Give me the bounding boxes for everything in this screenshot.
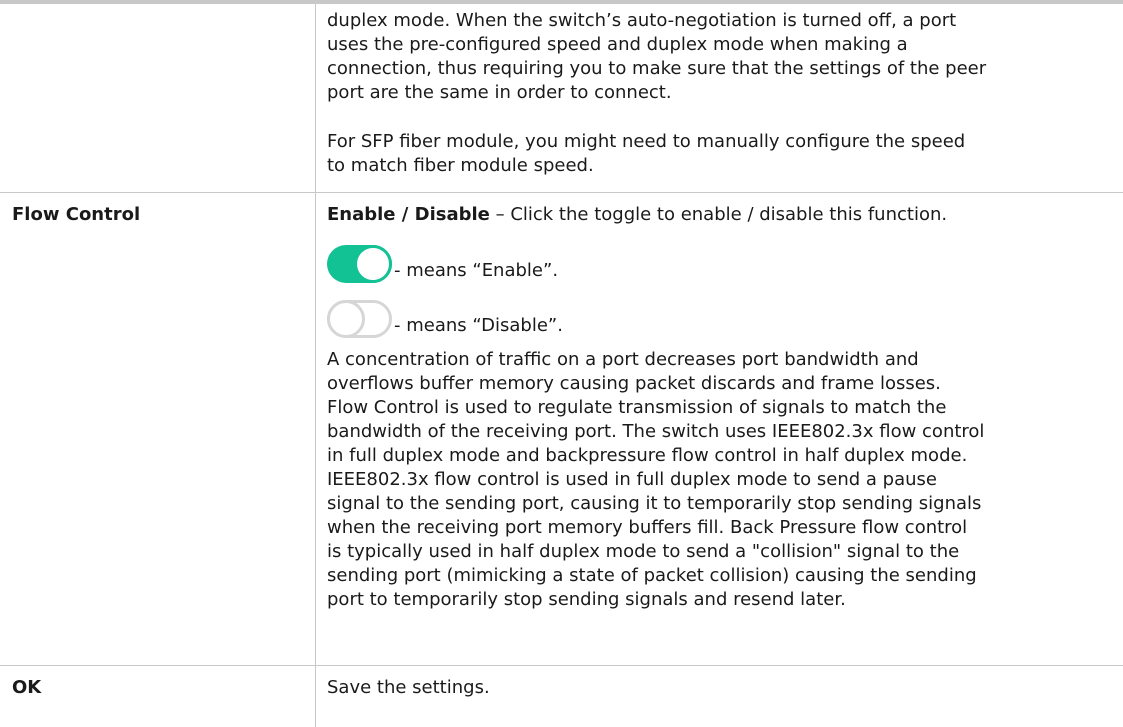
table-row-divider	[0, 665, 1123, 666]
enable-disable-text: – Click the toggle to enable / disable t…	[489, 204, 948, 225]
speed-duplex-description: duplex mode. When the switch’s auto-nego…	[327, 9, 1103, 105]
toggle-knob	[327, 300, 365, 338]
table-row-divider	[0, 192, 1123, 193]
toggle-on-example: - means “Enable”.	[327, 243, 558, 283]
ok-label: OK	[12, 677, 42, 698]
text-line: A concentration of traffic on a port dec…	[327, 349, 919, 370]
ok-description: Save the settings.	[327, 677, 490, 698]
sfp-note: For SFP fiber module, you might need to …	[327, 130, 1103, 178]
toggle-off-example: - means “Disable”.	[327, 298, 563, 338]
flow-control-paragraph: A concentration of traffic on a port dec…	[327, 348, 1103, 612]
text-line: bandwidth of the receiving port. The swi…	[327, 421, 985, 442]
enable-disable-line: Enable / Disable – Click the toggle to e…	[327, 203, 1103, 227]
text-line: is typically used in half duplex mode to…	[327, 541, 960, 562]
text-line: in full duplex mode and backpressure flo…	[327, 445, 968, 466]
table-top-border	[0, 0, 1123, 4]
text-line: uses the pre-configured speed and duplex…	[327, 34, 908, 55]
enable-disable-bold: Enable / Disable	[327, 204, 490, 225]
toggle-on-icon	[327, 245, 392, 283]
text-line: Flow Control is used to regulate transmi…	[327, 397, 947, 418]
toggle-off-text: - means “Disable”.	[394, 315, 563, 336]
text-line: IEEE802.3x flow control is used in full …	[327, 469, 937, 490]
document-page: duplex mode. When the switch’s auto-nego…	[0, 0, 1123, 727]
text-line: to match fiber module speed.	[327, 155, 594, 176]
text-line: For SFP fiber module, you might need to …	[327, 131, 966, 152]
toggle-off-icon	[327, 300, 392, 338]
toggle-on-text: - means “Enable”.	[394, 260, 559, 281]
text-line: signal to the sending port, causing it t…	[327, 493, 982, 514]
text-line: when the receiving port memory buffers f…	[327, 517, 968, 538]
table-column-divider	[315, 4, 316, 727]
text-line: sending port (mimicking a state of packe…	[327, 565, 977, 586]
text-line: port to temporarily stop sending signals…	[327, 589, 846, 610]
text-line: duplex mode. When the switch’s auto-nego…	[327, 10, 957, 31]
flow-control-label: Flow Control	[12, 204, 141, 225]
text-line: overflows buffer memory causing packet d…	[327, 373, 941, 394]
text-line: connection, thus requiring you to make s…	[327, 58, 987, 79]
toggle-knob	[354, 245, 392, 283]
text-line: port are the same in order to connect.	[327, 82, 672, 103]
